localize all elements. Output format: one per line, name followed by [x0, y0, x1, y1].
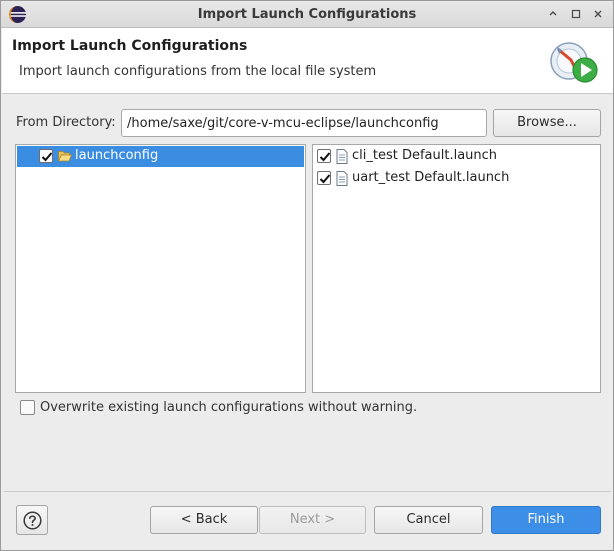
file-icon — [336, 149, 348, 164]
overwrite-label[interactable]: Overwrite existing launch configurations… — [40, 400, 417, 415]
finish-button[interactable]: Finish — [491, 506, 601, 534]
file-label: cli_test Default.launch — [352, 148, 498, 163]
tree-item-checkbox[interactable] — [39, 149, 53, 163]
close-button[interactable] — [591, 7, 605, 21]
help-button[interactable] — [16, 505, 48, 535]
launch-import-icon — [550, 42, 598, 83]
button-bar-separator — [4, 491, 611, 492]
close-icon — [594, 10, 602, 18]
file-checkbox[interactable] — [317, 171, 331, 185]
minimize-button[interactable] — [546, 7, 560, 21]
back-button[interactable]: < Back — [150, 506, 258, 534]
maximize-button[interactable] — [569, 7, 583, 21]
list-item[interactable]: uart_test Default.launch — [313, 168, 600, 189]
next-button[interactable]: Next > — [259, 506, 366, 534]
help-icon — [23, 511, 42, 530]
file-icon — [336, 171, 348, 186]
chevron-up-icon — [549, 11, 557, 16]
wizard-banner: Import Launch Configurations Import laun… — [2, 28, 613, 94]
from-directory-label: From Directory: — [16, 115, 116, 130]
directory-input[interactable] — [121, 109, 487, 137]
file-checkbox[interactable] — [317, 149, 331, 163]
folder-tree[interactable]: launchconfig — [15, 144, 306, 393]
tree-item-label: launchconfig — [75, 148, 159, 163]
banner-description: Import launch configurations from the lo… — [19, 64, 377, 79]
overwrite-checkbox[interactable] — [20, 400, 35, 415]
checkmark-icon — [41, 152, 53, 162]
maximize-icon — [571, 9, 581, 19]
cancel-button[interactable]: Cancel — [374, 506, 483, 534]
banner-title: Import Launch Configurations — [12, 38, 248, 54]
tree-item-launchconfig[interactable]: launchconfig — [17, 146, 304, 167]
file-label: uart_test Default.launch — [352, 170, 510, 185]
checkmark-icon — [319, 174, 331, 184]
import-launch-dialog: Import Launch Configurations Import Laun… — [0, 0, 614, 551]
folder-open-icon — [58, 151, 72, 162]
title-bar[interactable]: Import Launch Configurations — [1, 1, 613, 28]
checkmark-icon — [319, 152, 331, 162]
file-list[interactable]: cli_test Default.launch uart_test Defaul… — [312, 144, 601, 393]
list-item[interactable]: cli_test Default.launch — [313, 146, 600, 167]
window-title: Import Launch Configurations — [197, 7, 417, 22]
browse-button[interactable]: Browse... — [493, 109, 601, 137]
